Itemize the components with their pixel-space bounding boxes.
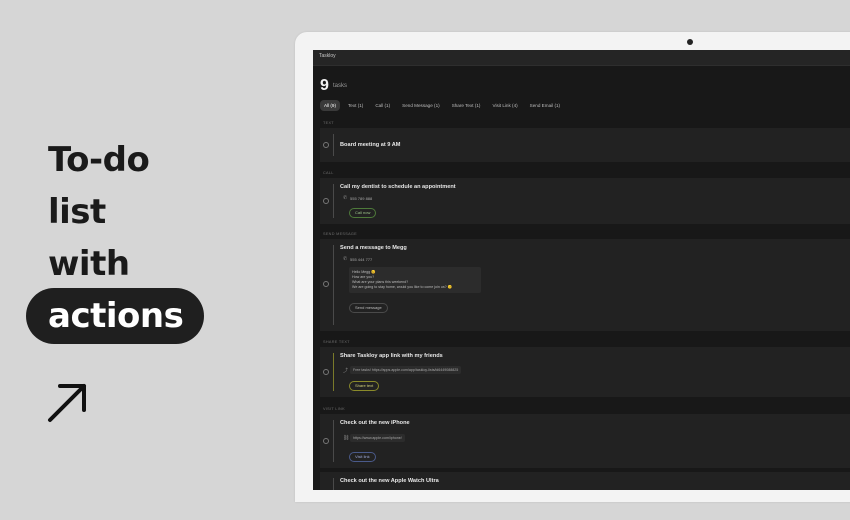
filter-tab-visit-link[interactable]: Visit Link (4) <box>488 100 521 111</box>
task-title: Check out the new iPhone <box>340 420 410 426</box>
task-count-label: tasks <box>333 83 348 89</box>
phone-icon: ✆ <box>343 256 348 262</box>
section-label-call: CALL <box>323 171 334 175</box>
headline-line-4: actions <box>48 296 184 336</box>
visit-link-button[interactable]: Visit link <box>349 452 376 462</box>
headline-line-3: with <box>48 244 130 284</box>
task-title: Board meeting at 9 AM <box>340 142 401 148</box>
section-label-send-message: SEND MESSAGE <box>323 232 357 236</box>
task-title: Share Taskloy app link with my friends <box>340 353 443 359</box>
filter-tab-call[interactable]: Call (1) <box>371 100 394 111</box>
message-line-4: We are going to stay home, would you lik… <box>352 285 453 289</box>
phone-number: 555 789 888 <box>350 196 373 201</box>
filter-tab-text[interactable]: Text (1) <box>344 100 367 111</box>
card-accent-bar <box>333 478 334 490</box>
complete-checkbox[interactable] <box>323 281 329 287</box>
complete-checkbox[interactable] <box>323 369 329 375</box>
complete-checkbox[interactable] <box>323 198 329 204</box>
phone-icon: ✆ <box>343 195 348 201</box>
task-card-visit-link-2: Check out the new Apple Watch Ultra <box>320 472 850 490</box>
card-accent-bar <box>333 134 334 156</box>
task-card-call: Call my dentist to schedule an appointme… <box>320 178 850 224</box>
task-card-text: Board meeting at 9 AM <box>320 128 850 162</box>
card-accent-bar <box>333 353 334 391</box>
window-titlebar: Taskloy <box>313 50 850 66</box>
task-card-visit-link: Check out the new iPhone ⛓ https://www.a… <box>320 414 850 468</box>
section-label-visit-link: VISIT LINK <box>323 407 345 411</box>
recipient-phone: 555 444 777 <box>350 257 373 262</box>
filter-tab-send-message[interactable]: Send Message (1) <box>398 100 444 111</box>
section-label-share-text: SHARE TEXT <box>323 340 350 344</box>
task-count: 9 <box>320 77 329 94</box>
share-text-button[interactable]: Share text <box>349 381 380 391</box>
card-accent-bar <box>333 245 334 325</box>
task-title: Check out the new Apple Watch Ultra <box>340 478 439 484</box>
headline-highlight-pill: actions <box>26 288 204 344</box>
share-icon: ⤴ <box>343 368 349 374</box>
headline-line-2: list <box>48 192 106 232</box>
card-accent-bar <box>333 420 334 462</box>
task-title: Call my dentist to schedule an appointme… <box>340 184 456 190</box>
laptop-frame: Taskloy 9 tasks All (9) Text (1) Call (1… <box>295 32 850 502</box>
link-icon: ⛓ <box>343 435 350 441</box>
camera-dot <box>687 39 693 45</box>
section-label-text: TEXT <box>323 121 334 125</box>
arrow-up-right-icon <box>48 384 86 422</box>
filter-tab-send-email[interactable]: Send Email (1) <box>526 100 564 111</box>
window-title: Taskloy <box>319 53 336 59</box>
task-card-share-text: Share Taskloy app link with my friends ⤴… <box>320 347 850 397</box>
message-preview: Hello Megg 😊 How are you? What are your … <box>349 267 481 293</box>
send-message-button[interactable]: Send message <box>349 303 388 313</box>
card-accent-bar <box>333 184 334 218</box>
complete-checkbox[interactable] <box>323 438 329 444</box>
filter-tabs: All (9) Text (1) Call (1) Send Message (… <box>320 100 564 111</box>
share-text-preview: Free tasks! https://apps.apple.com/app/t… <box>350 366 462 374</box>
promo-panel: To-do list with actions <box>0 0 290 520</box>
task-card-send-message: Send a message to Megg ✆ 555 444 777 Hel… <box>320 239 850 331</box>
task-title: Send a message to Megg <box>340 245 407 251</box>
app-screen: Taskloy 9 tasks All (9) Text (1) Call (1… <box>313 50 850 490</box>
filter-tab-share-text[interactable]: Share Text (1) <box>448 100 485 111</box>
complete-checkbox[interactable] <box>323 142 329 148</box>
link-url: https://www.apple.com/iphone/ <box>350 434 405 442</box>
headline-line-1: To-do <box>48 140 150 180</box>
filter-tab-all[interactable]: All (9) <box>320 100 340 111</box>
call-now-button[interactable]: Call now <box>349 208 377 218</box>
